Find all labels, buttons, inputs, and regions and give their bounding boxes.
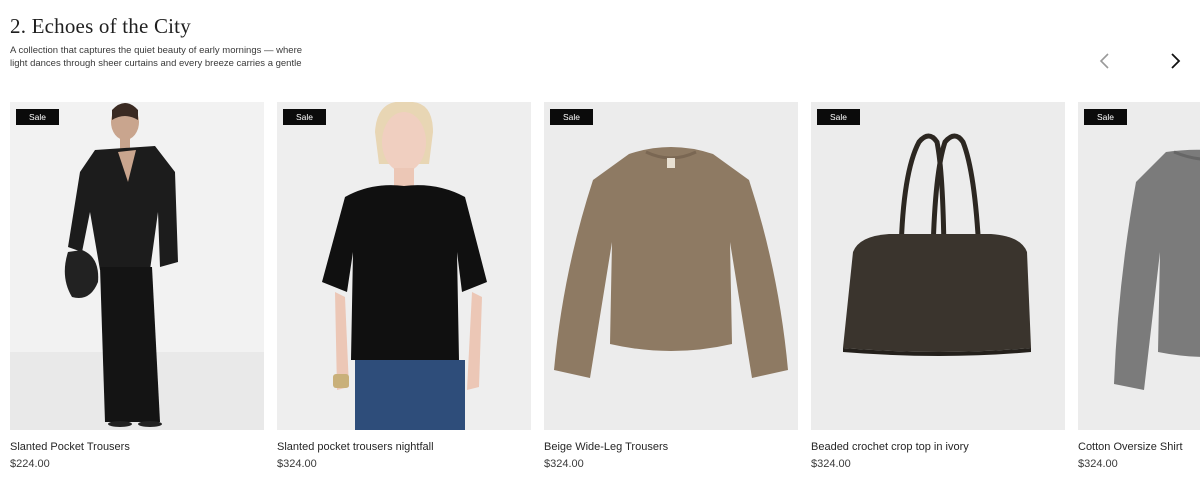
sale-badge: Sale: [550, 109, 594, 125]
product-name[interactable]: Cotton Oversize Shirt: [1078, 441, 1183, 453]
grey-sweater-image: [1078, 102, 1200, 430]
product-name[interactable]: Beige Wide-Leg Trousers: [544, 441, 668, 453]
product-image[interactable]: Sale: [811, 102, 1065, 430]
sale-badge: Sale: [817, 109, 861, 125]
product-name[interactable]: Slanted pocket trousers nightfall: [277, 441, 434, 453]
chevron-right-icon: [1171, 53, 1181, 69]
model-black-outfit-image: [10, 102, 264, 430]
carousel-prev-button[interactable]: [1092, 48, 1118, 74]
product-carousel: Sale Slanted Pocket Trousers $224.00 Sal…: [10, 102, 1200, 482]
sale-badge: Sale: [283, 109, 327, 125]
product-card[interactable]: Sale Beaded crochet crop top in ivory $3…: [811, 102, 1065, 470]
product-card[interactable]: Sale Slanted Pocket Trousers $224.00: [10, 102, 264, 470]
product-price: $324.00: [1078, 458, 1118, 470]
carousel-next-button[interactable]: [1162, 48, 1188, 74]
sale-badge: Sale: [16, 109, 60, 125]
product-card[interactable]: Sale Beige Wide-Leg Trousers $324.00: [544, 102, 798, 470]
product-price: $324.00: [811, 458, 851, 470]
sale-badge: Sale: [1084, 109, 1128, 125]
beige-sweater-image: [544, 102, 798, 430]
product-price: $324.00: [277, 458, 317, 470]
product-price: $224.00: [10, 458, 50, 470]
product-image[interactable]: Sale: [277, 102, 531, 430]
leather-bag-image: [811, 102, 1065, 430]
product-image[interactable]: Sale: [1078, 102, 1200, 430]
product-name[interactable]: Beaded crochet crop top in ivory: [811, 441, 969, 453]
product-card[interactable]: Sale Slanted pocket trousers nightfall $…: [277, 102, 531, 470]
product-card[interactable]: Sale Cotton Oversize Shirt $324.00: [1078, 102, 1200, 470]
product-image[interactable]: Sale: [10, 102, 264, 430]
product-image[interactable]: Sale: [544, 102, 798, 430]
section-title: 2. Echoes of the City: [10, 14, 191, 38]
section-description: A collection that captures the quiet bea…: [10, 45, 303, 69]
product-name[interactable]: Slanted Pocket Trousers: [10, 441, 130, 453]
chevron-left-icon: [1099, 53, 1109, 69]
model-black-tee-image: [277, 102, 531, 430]
product-price: $324.00: [544, 458, 584, 470]
